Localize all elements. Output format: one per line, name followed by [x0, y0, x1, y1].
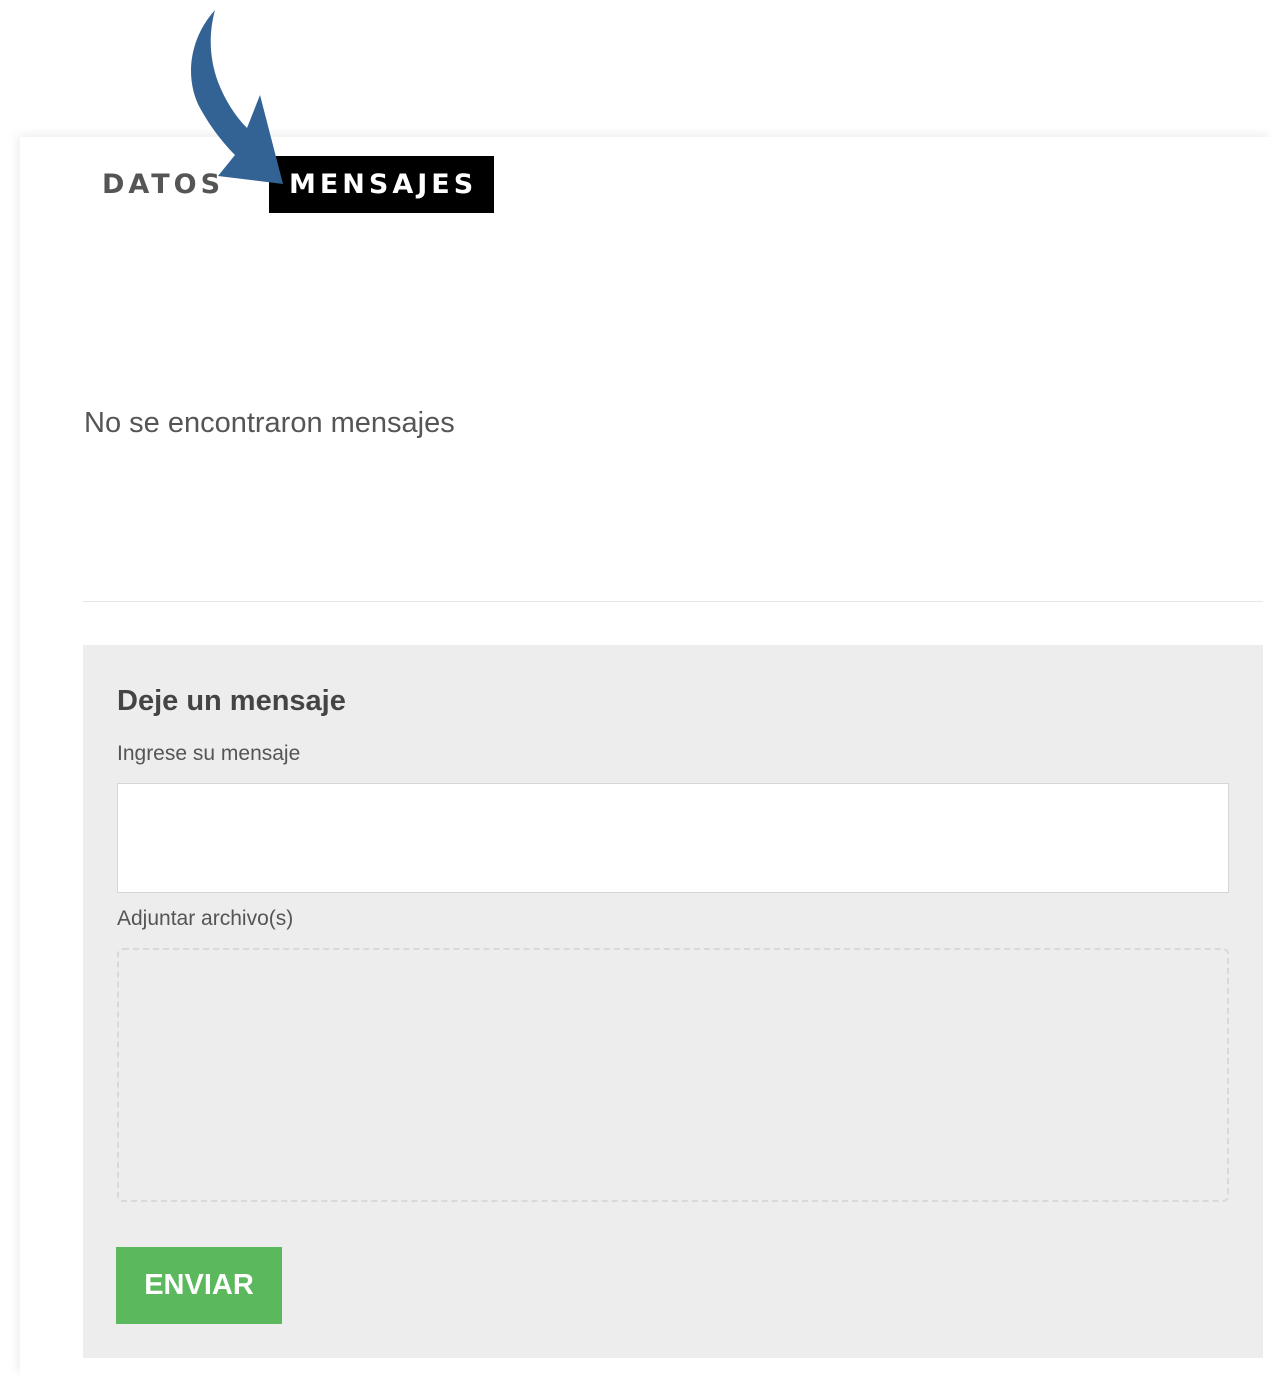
message-label: Ingrese su mensaje: [117, 742, 301, 765]
no-messages-text: No se encontraron mensajes: [84, 407, 455, 439]
divider: [83, 601, 1263, 602]
message-form: Deje un mensaje Ingrese su mensaje Adjun…: [83, 645, 1263, 1358]
content-card: DATOS MENSAJES No se encontraron mensaje…: [20, 137, 1271, 1375]
annotation-arrow-icon: [191, 10, 283, 184]
file-dropzone[interactable]: [117, 948, 1229, 1202]
page: DATOS MENSAJES No se encontraron mensaje…: [0, 0, 1271, 1375]
arrow-shape: [191, 10, 283, 184]
attach-label: Adjuntar archivo(s): [117, 907, 294, 930]
send-button[interactable]: ENVIAR: [116, 1247, 282, 1324]
tab-mensajes[interactable]: MENSAJES: [269, 156, 494, 213]
message-input[interactable]: [117, 783, 1229, 893]
form-title: Deje un mensaje: [117, 685, 346, 717]
